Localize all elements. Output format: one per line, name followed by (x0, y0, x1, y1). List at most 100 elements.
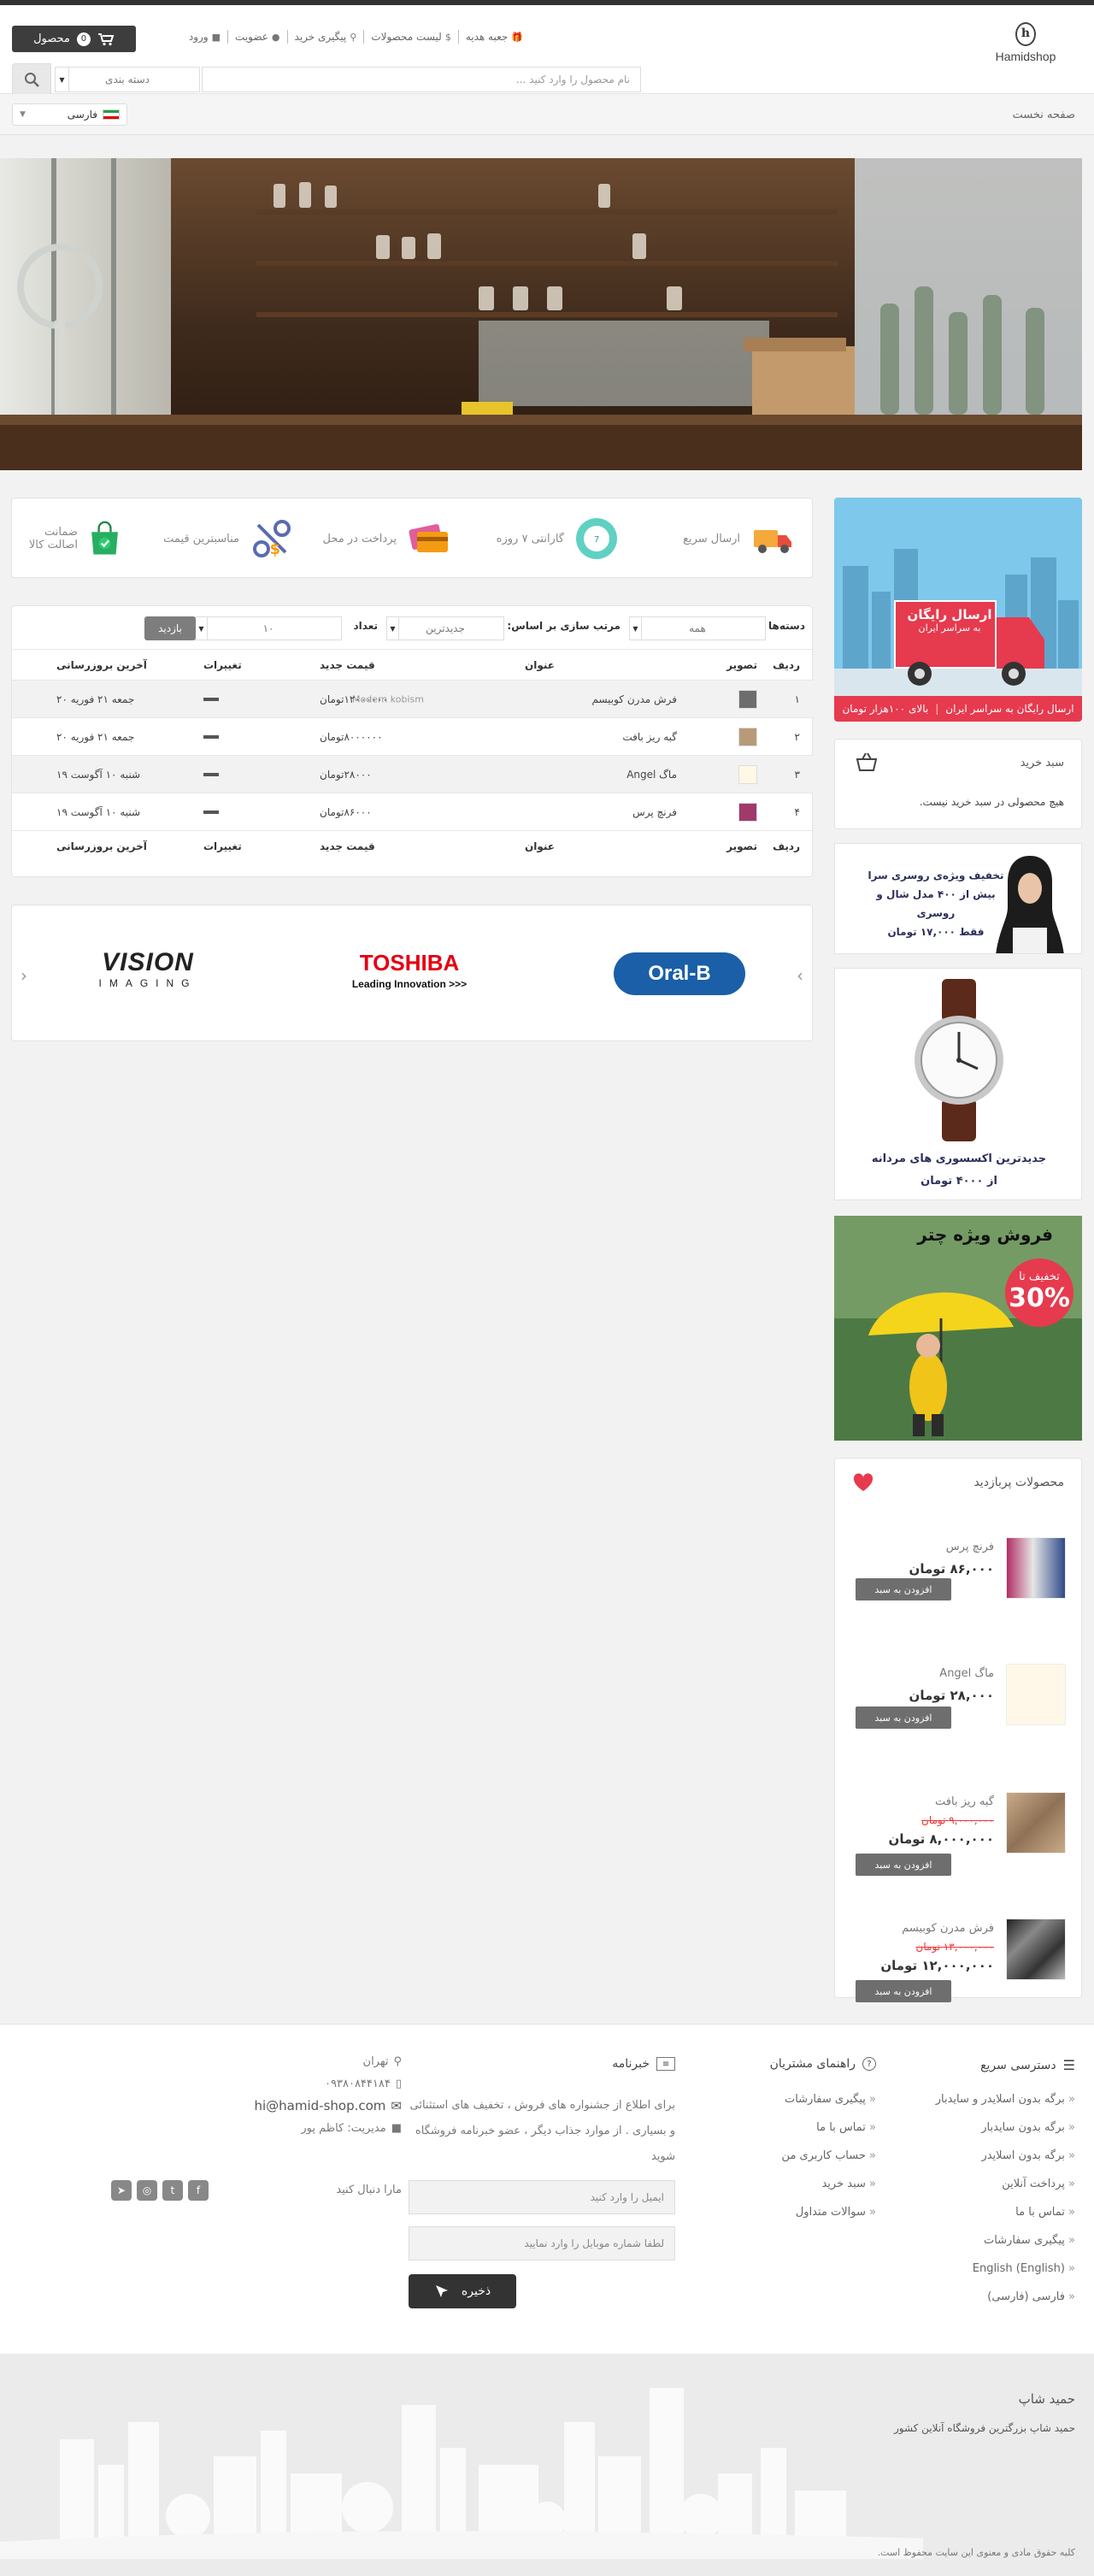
product-image[interactable] (1006, 1664, 1066, 1725)
table-row[interactable]: ۱ فرش مدرن کوبیسم Modern kobism ۱۲۰۰۰۰۰۰… (12, 680, 814, 717)
product-name[interactable]: گبه ریز بافت (935, 1795, 994, 1808)
sort-select[interactable]: جدیدترین ▼ (386, 616, 504, 640)
help-link[interactable]: سبد خرید (782, 2178, 876, 2206)
scarf-promo-text: تخفیف ویژه‌ی روسری سرا بیش از ۴۰۰ مدل شا… (868, 866, 1004, 941)
newsletter-mobile-input[interactable]: لطفا شماره موبایل را وارد نمایید (409, 2226, 675, 2261)
login-link[interactable]: ■ ورود (182, 30, 227, 44)
chevron-down-icon: ▼ (20, 110, 26, 119)
quick-link[interactable]: پیگیری سفارشات (936, 2234, 1075, 2262)
feature-label: پرداخت در محل (322, 532, 397, 545)
table-row[interactable]: ۴ فرنچ پرس ۸۶۰۰۰تومان شنبه ۱۰ آگوست ۱۹ (12, 793, 814, 830)
discount-badge-percent: 30% (1009, 1283, 1070, 1313)
product-image[interactable] (1006, 1919, 1066, 1980)
quick-link[interactable]: English (English) (936, 2262, 1075, 2290)
feature-authenticity: ضمانت اصالت کالا (12, 498, 123, 579)
quick-link[interactable]: فارسی (فارسی) (936, 2290, 1075, 2319)
free-shipping-bar-min: بالای ۱۰۰هزار تومان (842, 703, 929, 715)
quick-link[interactable]: برگه بدون سایدبار (936, 2121, 1075, 2149)
breadcrumb-home[interactable]: صفحه نخست (1013, 109, 1075, 121)
table-row[interactable]: ۲ گبه ریز بافت ۸۰۰۰۰۰۰تومان جمعه ۲۱ فوری… (12, 717, 814, 755)
mobile-phone-icon: ▯ (395, 2078, 402, 2090)
quick-link[interactable]: تماس با ما (936, 2206, 1075, 2234)
help-link[interactable]: پیگیری سفارشات (782, 2093, 876, 2121)
free-shipping-bar-text: ارسال رایگان به سراسر ایران (945, 703, 1074, 715)
order-tracking-link[interactable]: ⚲ پیگیری خرید (286, 30, 364, 44)
add-to-cart-button[interactable]: افزودن به سبد (856, 1980, 951, 2002)
facebook-icon[interactable]: f (188, 2180, 209, 2201)
newsletter-email-input[interactable]: ایمیل را وارد کنید (409, 2180, 675, 2214)
visit-button[interactable]: بازدید (144, 616, 196, 640)
twitter-icon[interactable]: t (162, 2180, 183, 2201)
product-image[interactable] (1006, 1792, 1066, 1854)
scarf-promo-banner[interactable]: تخفیف ویژه‌ی روسری سرا بیش از ۴۰۰ مدل شا… (834, 843, 1082, 954)
table-header: ردیف تصویر عنوان قیمت جدید تغییرات آخرین… (12, 649, 814, 680)
product-name[interactable]: ماگ Angel (939, 1667, 994, 1680)
product-thumbnail[interactable] (738, 764, 757, 784)
instagram-icon[interactable]: ◎ (137, 2180, 157, 2201)
chevron-left-icon[interactable]: ‹ (21, 965, 27, 986)
quick-link[interactable]: برگه بدون اسلایدر و سایدبار (936, 2093, 1075, 2121)
contact-email[interactable]: ✉ hi@hamid-shop.com (255, 2098, 403, 2113)
help-link[interactable]: سوالات متداول (782, 2206, 876, 2234)
brand-toshiba-logo[interactable]: TOSHIBA Leading Innovation >>> (337, 950, 482, 990)
quick-link[interactable]: برگه بدون اسلایدر (936, 2149, 1075, 2178)
umbrella-sale-title: فروش ویژه چتر (917, 1224, 1053, 1245)
save-button[interactable]: ذخیره (409, 2274, 516, 2308)
row-title[interactable]: فرنچ پرس (632, 806, 677, 818)
add-to-cart-button[interactable]: افزودن به سبد (856, 1854, 951, 1876)
telegram-icon[interactable]: ➤ (111, 2180, 132, 2201)
gift-box-link[interactable]: 🎁 جعبه هدیه (457, 30, 530, 44)
list-item: فرش مدرن کوبیسم ۱۳,۰۰۰,۰۰۰ تومان ۱۲,۰۰۰,… (835, 1910, 1083, 2037)
register-link[interactable]: ● عضویت (227, 30, 287, 44)
count-select[interactable]: ۱۰ ▼ (195, 616, 342, 640)
quick-link[interactable]: پرداخت آنلاین (936, 2178, 1075, 2206)
bottom-subtitle: حمید شاپ بزرگترین فروشگاه آنلاین کشور (893, 2422, 1075, 2434)
cursor-icon (435, 2285, 448, 2297)
hero-banner[interactable] (0, 158, 1082, 470)
search-input[interactable]: نام محصول را وارد کنید ... (202, 67, 641, 92)
cart-button[interactable]: 0 محصول (12, 26, 136, 52)
brand-oralb-logo[interactable]: Oral-B (614, 952, 745, 995)
most-viewed-title: محصولات پربازدید (973, 1476, 1064, 1489)
chevron-right-icon[interactable]: › (797, 965, 803, 986)
watch-promo-banner[interactable]: جدیدترین اکسسوری های مردانه از ۴۰۰۰ توما… (834, 968, 1082, 1200)
help-link[interactable]: تماس با ما (782, 2121, 876, 2149)
contact-city-text: تهران (362, 2055, 389, 2068)
product-list-link[interactable]: $ لیست محصولات (363, 30, 458, 44)
basket-icon[interactable] (856, 752, 878, 772)
row-title[interactable]: فرش مدرن کوبیسم (591, 693, 677, 705)
price-tag-icon: $ (253, 520, 291, 558)
gift-box-label: جعبه هدیه (465, 31, 509, 43)
discount-badge-top: تخفیف تا (1019, 1270, 1060, 1283)
col-title: عنوان (525, 658, 555, 671)
free-shipping-title: ارسال رایگان (907, 607, 992, 622)
category-filter-select[interactable]: همه ▼ (629, 616, 766, 640)
site-logo[interactable]: h Hamidshop (991, 22, 1060, 75)
category-select[interactable]: ▼ دسته بندی (55, 67, 200, 92)
brand-vision-logo[interactable]: VISION IMAGING (84, 948, 212, 989)
product-thumbnail[interactable] (738, 727, 757, 746)
product-price: ۸۶,۰۰۰ تومان (909, 1561, 994, 1577)
product-old-price: ۹,۰۰۰,۰۰۰ تومان (921, 1814, 994, 1826)
add-to-cart-button[interactable]: افزودن به سبد (856, 1578, 951, 1600)
language-select[interactable]: فارسی ▼ (12, 103, 127, 126)
help-link[interactable]: حساب کاربری من (782, 2149, 876, 2178)
table-row[interactable]: ۳ ماگ Angel ۲۸۰۰۰تومان شنبه ۱۰ آگوست ۱۹ (12, 755, 814, 793)
newsletter-description: برای اطلاع از جشنواره های فروش ، تخفیف ه… (409, 2099, 675, 2163)
free-shipping-banner[interactable]: ارسال رایگان به سراسر ایران ارسال رایگان… (834, 498, 1082, 722)
watch-promo-text: جدیدترین اکسسوری های مردانه از ۴۰۰۰ توما… (835, 1148, 1083, 1193)
add-to-cart-button[interactable]: افزودن به سبد (856, 1707, 951, 1729)
row-title[interactable]: گبه ریز بافت (622, 731, 677, 743)
product-thumbnail[interactable] (738, 802, 757, 822)
contact-phone: ▯ ۰۹۳۸۰۸۴۴۱۸۴ (325, 2078, 402, 2090)
lock-icon: ■ (211, 31, 221, 43)
wristwatch-image (915, 979, 1003, 1141)
row-title[interactable]: ماگ Angel (626, 769, 677, 781)
umbrella-sale-banner[interactable]: فروش ویژه چتر تخفیف تا 30% (834, 1216, 1082, 1441)
search-button[interactable] (12, 63, 51, 96)
product-name[interactable]: فرنچ پرس (946, 1541, 994, 1553)
row-index: ۴ (794, 805, 800, 818)
product-image[interactable] (1006, 1537, 1066, 1599)
product-thumbnail[interactable] (738, 689, 757, 709)
product-name[interactable]: فرش مدرن کوبیسم (902, 1922, 994, 1935)
